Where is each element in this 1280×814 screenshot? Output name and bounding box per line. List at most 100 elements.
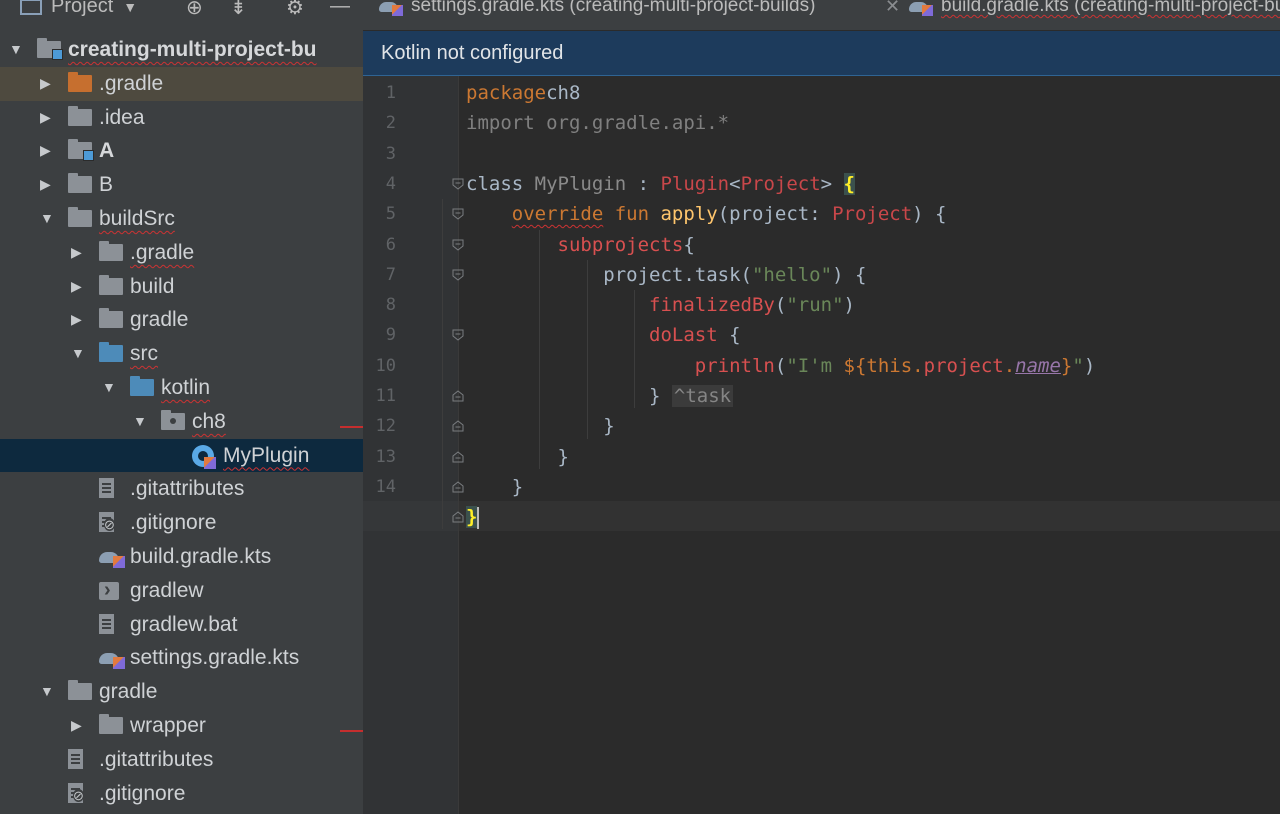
close-icon[interactable]: ✕ — [885, 0, 900, 15]
tree-item-label: kotlin — [161, 375, 211, 399]
tree-item[interactable]: ▶ wrapper — [0, 709, 363, 743]
chevron-right-icon[interactable]: ▶ — [71, 303, 82, 337]
code-line[interactable]: } ^task — [466, 381, 734, 411]
fold-end-icon[interactable] — [452, 481, 464, 493]
text-file-icon — [68, 748, 83, 769]
tree-item[interactable]: ▶ .gradle — [0, 236, 363, 270]
tree-item[interactable]: gradlew — [0, 574, 363, 608]
collapse-all-icon[interactable]: ⇟ — [230, 0, 247, 20]
line-number: 6 — [385, 234, 396, 255]
chevron-down-icon[interactable]: ▼ — [133, 405, 147, 439]
line-number: 8 — [385, 295, 396, 316]
tree-item[interactable]: gradlew.bat — [0, 608, 363, 642]
tree-item-label: .idea — [99, 105, 145, 129]
fold-end-icon[interactable] — [452, 390, 464, 402]
code-line[interactable]: subprojects{ — [466, 230, 695, 260]
tree-item[interactable]: ▼ ch8 — [0, 405, 363, 439]
tree-item[interactable]: ▶ .gradle — [0, 66, 363, 101]
project-view-selector[interactable]: Project — [51, 0, 113, 18]
code-token: { — [843, 172, 855, 195]
line-number: 3 — [385, 143, 396, 164]
chevron-down-icon[interactable]: ▼ — [40, 202, 54, 236]
chevron-right-icon[interactable]: ▶ — [40, 168, 51, 202]
tree-item[interactable]: .gitattributes — [0, 743, 363, 777]
chevron-right-icon[interactable]: ▶ — [40, 67, 51, 101]
tree-item[interactable]: ▼ src — [0, 337, 363, 371]
code-token: override — [511, 203, 604, 226]
chevron-down-icon[interactable]: ▼ — [40, 675, 54, 709]
tree-item[interactable]: ▼ gradle — [0, 675, 363, 709]
code-line[interactable]: override fun apply(project: Project) { — [466, 199, 947, 229]
folder-icon — [99, 308, 123, 329]
locate-file-icon[interactable]: ⊕ — [186, 0, 203, 20]
code-line[interactable]: } — [466, 472, 523, 502]
fold-start-icon[interactable] — [452, 239, 464, 251]
chevron-right-icon[interactable]: ▶ — [71, 236, 82, 270]
tree-item[interactable]: ▶ build — [0, 270, 363, 304]
chevron-right-icon[interactable]: ▶ — [71, 270, 82, 304]
code-line[interactable]: project.task("hello") { — [466, 260, 866, 290]
tree-item[interactable]: ▶ A — [0, 134, 363, 168]
code-token: < — [729, 172, 741, 195]
code-line[interactable]: } — [466, 411, 614, 441]
fold-end-icon[interactable] — [452, 450, 464, 463]
chevron-down-icon[interactable]: ▼ — [123, 0, 137, 15]
folder-icon — [68, 173, 92, 194]
code-editor[interactable]: 123456789101112131415 packagech8import o… — [363, 76, 1280, 814]
fold-start-icon[interactable] — [452, 269, 464, 281]
fold-end-icon[interactable] — [452, 420, 464, 432]
code-line[interactable]: finalizedBy("run") — [466, 290, 855, 320]
code-line[interactable]: class MyPlugin : Plugin<Project> { — [466, 169, 855, 199]
tree-item[interactable]: .gitattributes — [0, 472, 363, 506]
tree-item[interactable]: settings.gradle.kts — [0, 641, 363, 675]
tree-item[interactable]: ▼ buildSrc — [0, 202, 363, 236]
tab-build-gradle-kts[interactable]: build.gradle.kts (creating-multi-project… — [909, 0, 1280, 30]
ignore-file-icon — [99, 512, 115, 533]
folder-icon — [68, 105, 92, 126]
code-line[interactable]: import org.gradle.api.* — [466, 108, 729, 138]
code-token: fun — [603, 203, 661, 226]
code-line[interactable]: } — [466, 502, 480, 532]
chevron-right-icon[interactable]: ▶ — [71, 709, 82, 743]
tree-item-label: MyPlugin — [223, 443, 310, 467]
fold-start-icon[interactable] — [452, 329, 464, 342]
code-line[interactable]: } — [466, 442, 569, 472]
tree-item[interactable]: ▶ .idea — [0, 101, 363, 135]
tree-item[interactable]: .gitignore — [0, 777, 363, 811]
error-stripe-mark — [340, 425, 363, 428]
project-tool-window-header: Project ▼ ⊕ ⇟ ⚙ — — [0, 0, 363, 21]
script-file-icon — [99, 574, 119, 608]
chevron-down-icon[interactable]: ▼ — [102, 371, 116, 405]
tree-item-label: wrapper — [130, 713, 206, 737]
line-number: 12 — [375, 416, 396, 437]
tab-settings-gradle-kts[interactable]: settings.gradle.kts (creating-multi-proj… — [379, 0, 900, 30]
source-folder-icon — [99, 342, 123, 363]
chevron-down-icon[interactable]: ▼ — [9, 33, 23, 67]
chevron-right-icon[interactable]: ▶ — [40, 101, 51, 135]
gear-icon[interactable]: ⚙ — [286, 0, 304, 20]
tree-item[interactable]: MyPlugin — [0, 438, 363, 473]
code-token: Plugin — [660, 172, 730, 195]
code-line[interactable]: packagech8 — [466, 78, 580, 108]
tab-label: build.gradle.kts (creating-multi-project… — [941, 0, 1280, 16]
tree-item[interactable]: ▶ gradle — [0, 303, 363, 337]
tree-item[interactable]: ▼ kotlin — [0, 371, 363, 405]
folder-icon — [68, 71, 92, 92]
hide-panel-icon[interactable]: — — [330, 0, 350, 18]
tree-item[interactable]: ▶ B — [0, 168, 363, 202]
code-token: ${ — [843, 354, 867, 377]
code-token: println — [694, 354, 775, 377]
module-folder-icon — [68, 139, 94, 162]
fold-end-icon[interactable] — [452, 511, 464, 523]
fold-start-icon[interactable] — [452, 178, 464, 190]
line-number: 7 — [385, 264, 396, 285]
chevron-right-icon[interactable]: ▶ — [40, 134, 51, 168]
code-line[interactable]: doLast { — [466, 320, 741, 350]
tree-item[interactable]: build.gradle.kts — [0, 540, 363, 574]
chevron-down-icon[interactable]: ▼ — [71, 337, 85, 371]
line-number: 1 — [385, 83, 396, 103]
fold-start-icon[interactable] — [452, 208, 464, 220]
code-line[interactable]: println("I'm ${this.project.name}") — [466, 351, 1096, 381]
tree-item[interactable]: .gitignore — [0, 506, 363, 540]
tree-item[interactable]: ▼ creating-multi-project-bu — [0, 33, 363, 67]
